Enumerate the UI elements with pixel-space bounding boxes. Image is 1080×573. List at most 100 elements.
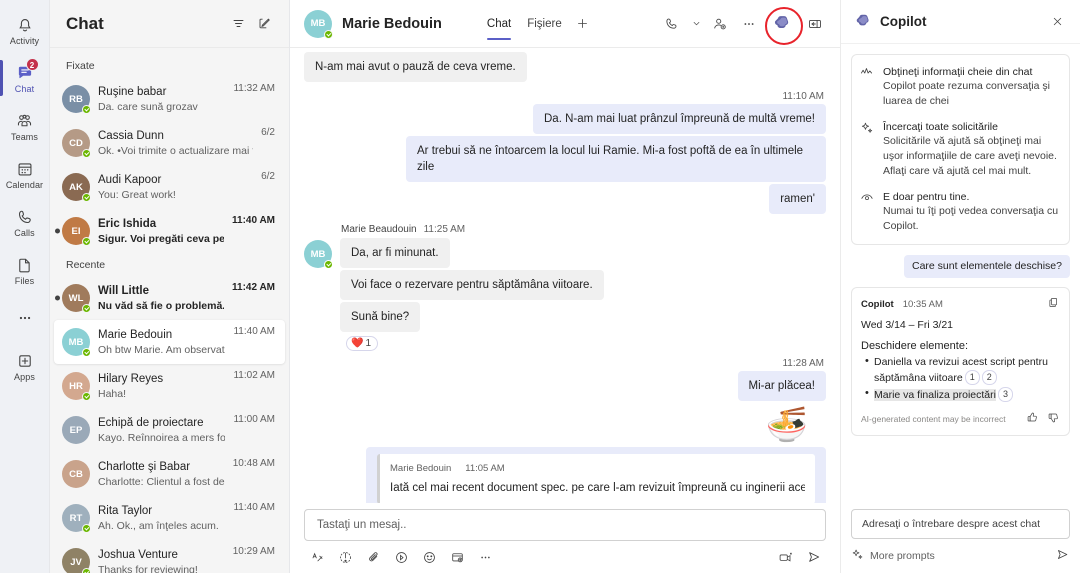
send-icon[interactable] [1055, 547, 1070, 565]
attach-icon[interactable] [366, 550, 381, 565]
video-clip-icon[interactable] [778, 550, 793, 565]
citation-badge[interactable]: 2 [981, 370, 997, 385]
chat-list-section-header: Fixate [66, 60, 95, 72]
rail-item-more[interactable] [0, 294, 50, 342]
tab-chat[interactable]: Chat [480, 0, 518, 48]
rail-label-chat: Chat [14, 83, 35, 94]
chat-list-item[interactable]: RB Ruşine babar Da. care sună grozav 11:32 … [54, 77, 285, 121]
chat-list-item[interactable]: EI Eric Ishida Sigur. Voi pregăti ceva pen… [54, 209, 285, 253]
emoji-icon[interactable] [422, 550, 437, 565]
thumbs-down-icon[interactable] [1047, 411, 1060, 427]
avatar: CB [62, 460, 90, 488]
citation-badge[interactable]: 1 [964, 370, 980, 385]
more-icon[interactable] [478, 550, 493, 565]
message-input[interactable]: Tastaţi un mesaj.. [304, 509, 826, 541]
quoted-sender-name: Marie Bedouin [390, 463, 452, 474]
message-group-avatar-slot: MB [304, 224, 333, 351]
tab-files[interactable]: Fişiere [520, 0, 569, 48]
avatar: RB [62, 85, 91, 114]
chat-list-item-timestamp: 6/2 [261, 171, 275, 182]
presence-badge [82, 348, 91, 357]
add-people-icon[interactable] [707, 11, 733, 37]
rail-item-activity[interactable]: Activity [0, 6, 50, 54]
call-icon[interactable] [659, 11, 685, 37]
chat-list-item[interactable]: WL Will Little Nu văd să fie o problemă. P… [54, 276, 285, 320]
chevron-down-icon[interactable] [688, 11, 704, 37]
chat-list-item-timestamp: 11:02 AM [233, 370, 275, 381]
copilot-button[interactable] [765, 6, 803, 45]
copilot-date-range: Wed 3/14 – Fri 3/21 [861, 319, 954, 331]
rail-label-files: Files [14, 275, 35, 286]
unread-indicator [55, 228, 60, 234]
message-timestamp: 11:28 AM [782, 358, 824, 369]
conversation-title: Marie Bedouin [342, 15, 442, 32]
more-prompts-button[interactable]: More prompts [870, 550, 935, 562]
open-panel-icon[interactable] [802, 11, 828, 37]
message-row: Voi face o rezervare pentru săptămâna vi… [340, 270, 826, 302]
chat-list-item[interactable]: JV Joshua Venture Thanks for reviewing! 10:… [54, 540, 285, 573]
chat-list-item-name: Audi Kapoor [98, 173, 162, 186]
chat-list-item-preview: Ah. Ok., am înţeles acum. [98, 519, 219, 532]
filter-icon[interactable] [225, 11, 251, 37]
citation-badge[interactable]: 3 [997, 387, 1013, 402]
presence-badge [82, 304, 91, 313]
copilot-input[interactable]: Adresaţi o întrebare despre acest chat [851, 509, 1070, 539]
copilot-panel: Copilot Obţineţi informaţii cheie din ch… [840, 0, 1080, 573]
avatar: JV [62, 548, 91, 573]
rail-item-chat[interactable]: 2 Chat [0, 54, 50, 102]
message-bubble[interactable]: Voi face o rezervare pentru săptămâna vi… [340, 270, 604, 300]
sticker-icon[interactable] [450, 550, 465, 565]
chat-list-item[interactable]: MB Marie Bedouin Oh btw Marie. Am observat… [54, 320, 285, 364]
message-bubble[interactable]: Ar trebui să ne întoarcem la locul lui R… [406, 136, 826, 182]
thumbs-up-icon[interactable] [1026, 411, 1039, 427]
priority-icon[interactable] [338, 550, 353, 565]
chat-list-title: Chat [66, 13, 104, 33]
message-bubble[interactable]: Da. N-am mai luat prânzul împreună de mu… [533, 104, 826, 134]
chat-list-item[interactable]: CB Charlotte şi Babar Charlotte: Clientul … [54, 452, 285, 496]
message-timestamp: 11:10 AM [782, 91, 824, 102]
message-bubble[interactable]: N-am mai avut o pauză de ceva vreme. [304, 52, 527, 82]
sticker-message[interactable]: 🍜 [304, 403, 826, 447]
chat-list-item[interactable]: EP Echipă de proiectare Kayo. Reînnoirea a… [54, 408, 285, 452]
copilot-response-footer: AI-generated content may be incorrect [861, 411, 1060, 427]
format-icon[interactable] [310, 550, 325, 565]
rail-item-calendar[interactable]: Calendar [0, 150, 50, 198]
rail-item-files[interactable]: Files [0, 246, 50, 294]
chat-list-item[interactable]: CD Cassia Dunn Ok. •Voi trimite o actualiz… [54, 121, 285, 165]
rail-item-teams[interactable]: Teams [0, 102, 50, 150]
loop-icon[interactable] [394, 550, 409, 565]
copilot-list-item-text: Daniella va revizui acest script pentru … [874, 356, 1048, 384]
chat-list-item[interactable]: HR Hilary Reyes Haha! 11:02 AM [54, 364, 285, 408]
chat-list-item-preview: Thanks for reviewing! [98, 563, 198, 573]
conversation-tabs: Chat Fişiere [480, 0, 594, 48]
quoted-message-bubble[interactable]: Marie Bedouin 11:05 AM Iată cel mai recent… [366, 447, 826, 503]
close-icon[interactable] [1044, 9, 1070, 35]
message-bubble[interactable]: Da, ar fi minunat. [340, 238, 450, 268]
copilot-feature-heading: Obţineţi informaţii cheie din chat [883, 66, 1033, 78]
message-reaction[interactable]: ❤️ 1 [346, 336, 379, 351]
message-bubble[interactable]: Mi-ar plăcea! [737, 371, 826, 401]
new-chat-icon[interactable] [251, 11, 277, 37]
message-group: MB Marie Beaudouin 11:25 AM Da, ar fi minun… [304, 224, 826, 351]
chat-list-item-name: Charlotte şi Babar [98, 460, 191, 473]
copy-icon[interactable] [1047, 296, 1060, 312]
message-bubble[interactable]: Sună bine? [340, 302, 421, 332]
chat-list-item[interactable]: RT Rita Taylor Ah. Ok., am înţeles acum. 11… [54, 496, 285, 540]
avatar: CD [62, 129, 91, 158]
unread-indicator [55, 295, 60, 301]
copilot-response-author: Copilot [861, 298, 894, 310]
add-tab-icon[interactable] [571, 16, 594, 31]
copilot-feature: E doar pentru tine. Numai tu îţi poţi ve… [860, 190, 1059, 234]
chat-list-item-text: Marie Bedouin Oh btw Marie. Am observat î… [98, 328, 225, 357]
rail-item-apps[interactable]: Apps [0, 342, 50, 390]
rail-item-calls[interactable]: Calls [0, 198, 50, 246]
more-options-icon[interactable] [736, 11, 762, 37]
chat-list-item-timestamp: 11:32 AM [233, 83, 275, 94]
message-thread[interactable]: N-am mai avut o pauză de ceva vreme. 11:1… [290, 48, 840, 503]
copilot-compose-toolbar: More prompts [851, 539, 1070, 565]
chat-list-scroll[interactable]: Fixate RB Ruşine babar Da. care sună grozav… [50, 48, 289, 573]
chat-list-item[interactable]: AK Audi Kapoor You: Great work! 6/2 [54, 165, 285, 209]
send-icon[interactable] [806, 549, 822, 565]
copilot-conversation[interactable]: Obţineţi informaţii cheie din chat Copil… [841, 44, 1080, 503]
message-bubble[interactable]: ramen' [769, 184, 826, 214]
